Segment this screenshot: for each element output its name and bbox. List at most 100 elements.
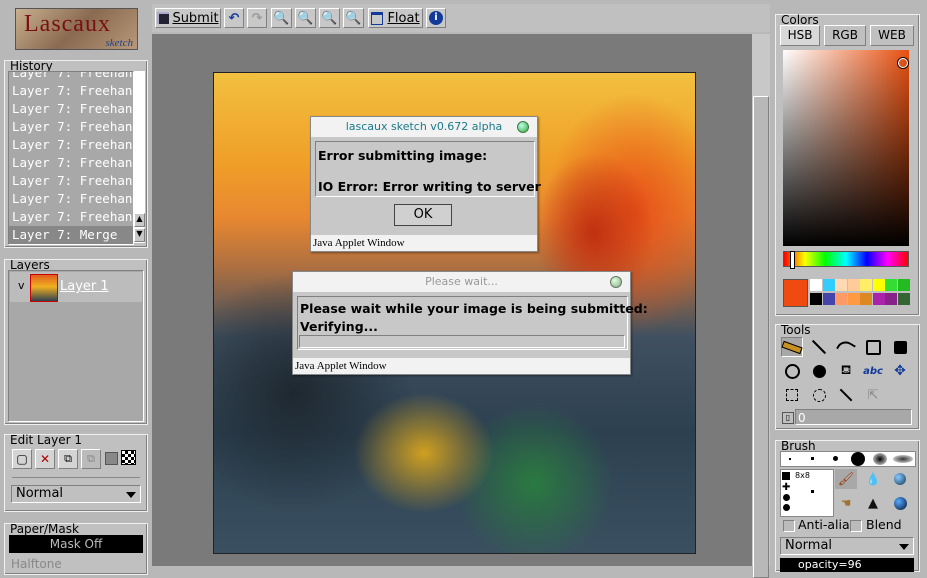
brush-cone[interactable]: ▲ (862, 493, 884, 513)
ok-button[interactable]: OK (394, 204, 452, 226)
tool-value-field[interactable]: 0 (795, 409, 912, 425)
color-swatch[interactable] (847, 293, 860, 305)
ellipse-tool[interactable] (781, 361, 803, 381)
canvas-scroll-thumb[interactable] (753, 96, 769, 578)
color-swatch[interactable] (897, 279, 910, 291)
history-item[interactable]: Layer 7: Freehand (9, 136, 133, 154)
brush-size-4px[interactable] (833, 456, 838, 461)
history-item[interactable]: Layer 7: Freehand (9, 172, 133, 190)
color-swatch[interactable] (810, 293, 822, 305)
history-list: Layer 7: Freehand Layer 7: Freehand Layer … (8, 71, 134, 245)
color-swatch[interactable] (860, 279, 872, 291)
brush-opacity-field[interactable]: opacity=96 (780, 558, 914, 572)
color-swatches (810, 279, 910, 307)
window-status-icon (610, 276, 622, 288)
brush-tool[interactable] (781, 337, 803, 357)
color-swatch[interactable] (810, 279, 822, 291)
color-swatch[interactable] (897, 293, 910, 305)
float-button[interactable]: Float (368, 8, 423, 28)
history-item[interactable]: Layer 7: Freehand (9, 100, 133, 118)
color-swatch[interactable] (835, 293, 847, 305)
tab-hsb[interactable]: HSB (780, 25, 820, 46)
rect-select-icon (786, 389, 798, 401)
color-swatch[interactable] (847, 279, 860, 291)
tab-rgb[interactable]: RGB (824, 25, 866, 46)
undo-button[interactable]: ↶ (224, 8, 244, 28)
line-tool[interactable] (808, 337, 830, 357)
brush-paintbrush[interactable]: 🖌 (835, 469, 857, 489)
zoom-actual-button[interactable]: 🔍 (343, 8, 364, 28)
move-tool[interactable]: ✥ (889, 361, 911, 381)
color-swatch[interactable] (822, 279, 835, 291)
tool-size-icon: ▯ (782, 412, 794, 424)
brush-size-2px[interactable] (811, 457, 814, 460)
color-swatch[interactable] (835, 279, 847, 291)
current-color-swatch[interactable] (783, 279, 808, 307)
blend-checkbox[interactable] (850, 520, 862, 532)
tab-web[interactable]: WEB (870, 25, 914, 46)
brush-size-blur[interactable] (893, 455, 913, 463)
history-item[interactable]: Layer 7: Freehand (9, 190, 133, 208)
history-scrollbar[interactable]: ▲ ▼ (134, 71, 145, 243)
color-swatch[interactable] (885, 279, 897, 291)
rect-select-tool[interactable] (781, 385, 803, 405)
blend-mode-select[interactable]: Normal (11, 485, 141, 503)
color-swatch[interactable] (885, 293, 897, 305)
opacity-slider[interactable] (12, 473, 140, 478)
info-button[interactable]: i (426, 8, 446, 28)
layer-visible-toggle[interactable]: v (18, 279, 25, 292)
color-swatch[interactable] (872, 293, 885, 305)
delete-layer-button[interactable]: ✕ (35, 449, 55, 469)
paper-select[interactable]: Halftone (11, 557, 141, 571)
canvas-vertical-scrollbar[interactable] (752, 34, 770, 578)
hue-slider[interactable] (783, 251, 909, 269)
zoom-fit-button[interactable]: 🔍 (319, 8, 340, 28)
brush-shape-dot[interactable] (783, 504, 790, 511)
history-item[interactable]: Layer 7: Freehand (9, 72, 133, 82)
brush-size-soft[interactable] (873, 453, 887, 465)
transparency-icon[interactable] (121, 450, 136, 465)
brush-ball[interactable] (889, 493, 911, 513)
saturation-brightness-picker[interactable] (783, 50, 909, 246)
brush-sphere[interactable] (889, 469, 911, 489)
zoom-in-button[interactable]: 🔍 (271, 8, 292, 28)
layer-color-square[interactable] (105, 452, 118, 465)
layer-row[interactable]: v Layer 1 (10, 272, 142, 302)
new-layer-button[interactable]: ▢ (12, 449, 32, 469)
layer-name[interactable]: Layer 1 (60, 279, 109, 294)
brush-size-1px[interactable] (789, 458, 791, 460)
history-item[interactable]: Layer 7: Freehand (9, 154, 133, 172)
history-item[interactable]: Layer 7: Freehand (9, 82, 133, 100)
brush-mode-select[interactable]: Normal (780, 537, 914, 555)
ellipse-select-tool[interactable] (808, 385, 830, 405)
redo-button[interactable]: ↷ (247, 8, 267, 28)
filled-ellipse-tool[interactable] (808, 361, 830, 381)
brush-shape-square[interactable] (782, 472, 790, 480)
mask-toggle-button[interactable]: Mask Off (9, 535, 143, 553)
antialias-checkbox[interactable] (783, 520, 795, 532)
merge-layer-button[interactable]: ⧉ (81, 449, 101, 469)
select-arrow-tool[interactable]: ⇱ (862, 385, 884, 405)
text-tool[interactable]: abc (862, 361, 884, 381)
color-swatch[interactable] (860, 293, 872, 305)
history-item[interactable]: Layer 7: Freehand (9, 118, 133, 136)
brush-smudge[interactable]: ☚ (835, 493, 857, 513)
zoom-out-button[interactable]: 🔍 (295, 8, 316, 28)
brush-size-large[interactable] (851, 452, 865, 466)
eyedropper-tool[interactable] (835, 385, 857, 405)
submit-button[interactable]: Submit (155, 8, 221, 28)
brush-shape-cross[interactable]: ✚ (782, 483, 790, 493)
curve-tool[interactable] (835, 337, 857, 357)
scroll-up-button[interactable]: ▲ (134, 213, 145, 227)
rectangle-tool[interactable] (862, 337, 884, 357)
color-swatch[interactable] (822, 293, 835, 305)
brush-water[interactable]: 💧 (862, 469, 884, 489)
scroll-down-button[interactable]: ▼ (134, 228, 145, 242)
fill-tool[interactable]: ⛾ (835, 361, 857, 381)
history-item[interactable]: Layer 7: Freehand (9, 208, 133, 226)
history-item[interactable]: Layer 7: Merge (9, 226, 133, 244)
color-swatch[interactable] (872, 279, 885, 291)
filled-rectangle-tool[interactable] (889, 337, 911, 357)
duplicate-layer-button[interactable]: ⧉ (58, 449, 78, 469)
brush-shape-round[interactable] (783, 494, 790, 501)
